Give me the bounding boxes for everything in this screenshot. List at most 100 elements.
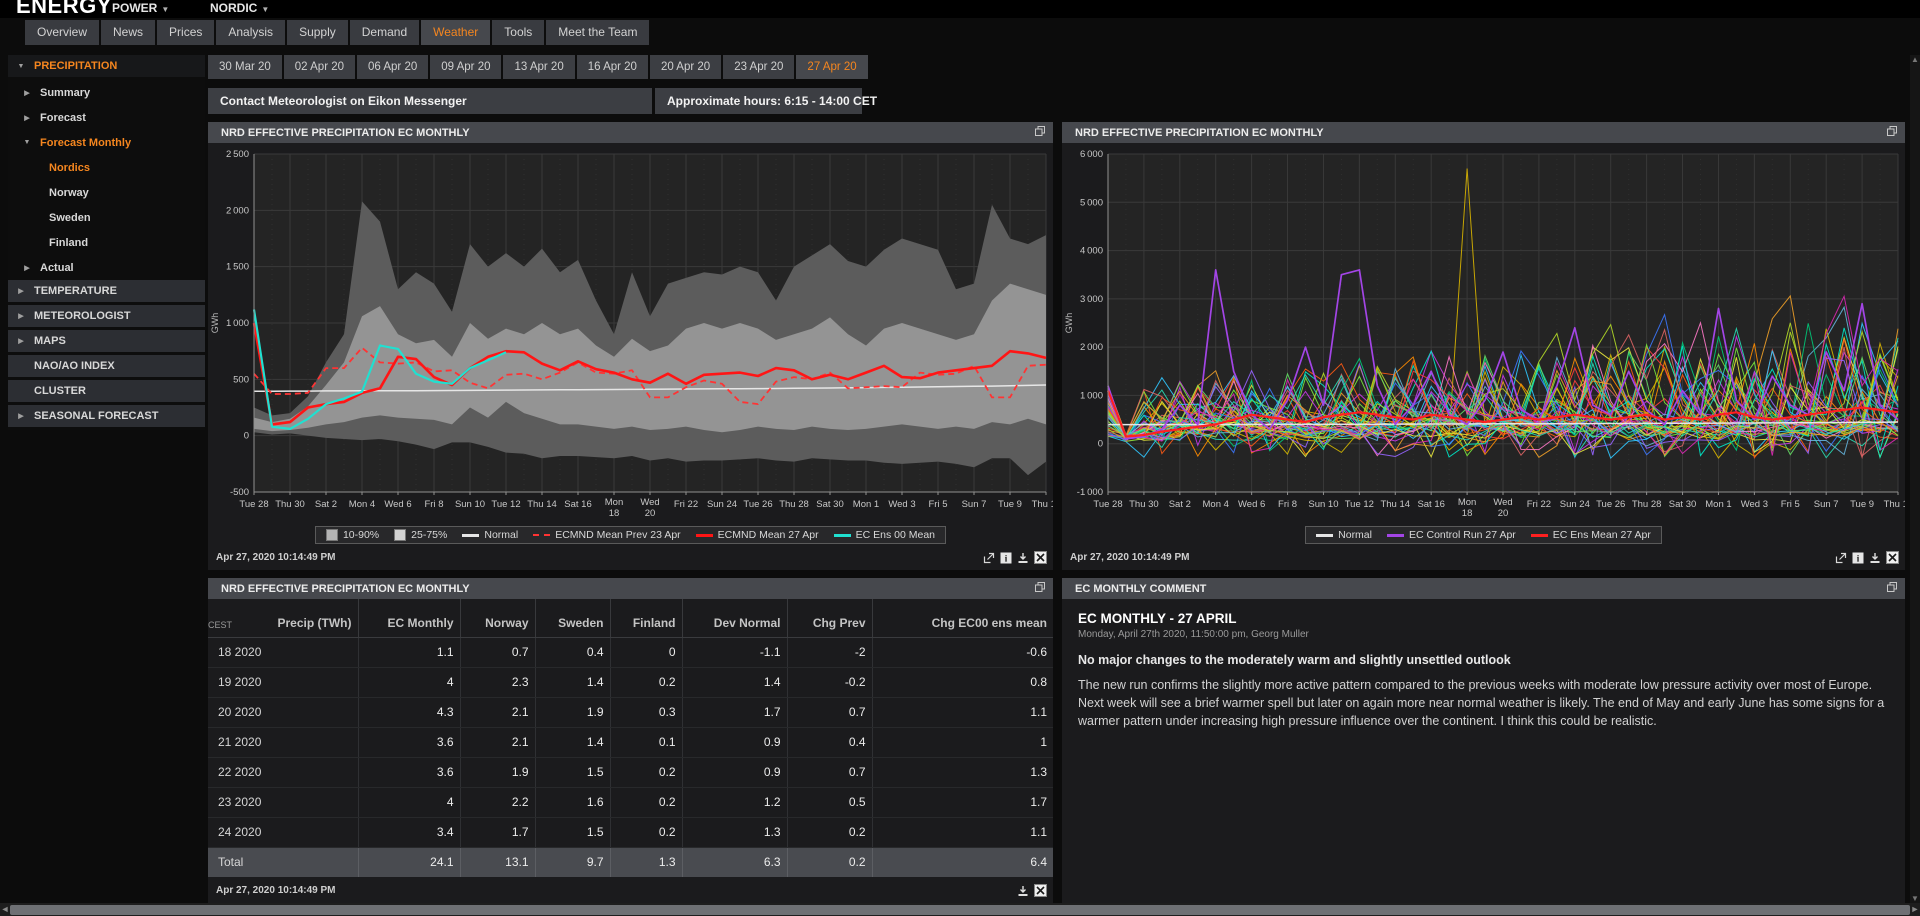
nav-tab-prices[interactable]: Prices bbox=[157, 20, 214, 45]
date-tab-30-mar-20[interactable]: 30 Mar 20 bbox=[208, 55, 282, 79]
sidebar-item-nao-ao-index[interactable]: NAO/AO INDEX bbox=[8, 355, 205, 377]
nav-tab-tools[interactable]: Tools bbox=[492, 20, 544, 45]
panel-title: NRD EFFECTIVE PRECIPITATION EC MONTHLY bbox=[221, 127, 470, 139]
column-header-sweden[interactable]: Sweden bbox=[535, 599, 610, 637]
column-header-chg-ec00-ens-mean[interactable]: Chg EC00 ens mean bbox=[872, 599, 1053, 637]
column-header-ec-monthly[interactable]: EC Monthly bbox=[358, 599, 460, 637]
value-cell: 3.6 bbox=[358, 757, 460, 787]
column-header-norway[interactable]: Norway bbox=[460, 599, 535, 637]
column-header-finland[interactable]: Finland bbox=[610, 599, 682, 637]
value-cell: 3.4 bbox=[358, 817, 460, 847]
collapse-icon[interactable]: ▼ bbox=[15, 63, 27, 70]
date-tab-09-apr-20[interactable]: 09 Apr 20 bbox=[430, 55, 501, 79]
expand-icon[interactable]: ▶ bbox=[15, 287, 27, 295]
table-row[interactable]: 18 20201.10.70.40-1.1-2-0.6 bbox=[208, 637, 1053, 667]
excel-export-icon[interactable] bbox=[1886, 551, 1899, 564]
date-tab-16-apr-20[interactable]: 16 Apr 20 bbox=[577, 55, 648, 79]
nav-tab-demand[interactable]: Demand bbox=[350, 20, 419, 45]
table-row[interactable]: 21 20203.62.11.40.10.90.41 bbox=[208, 727, 1053, 757]
sidebar-item-label: METEOROLOGIST bbox=[34, 310, 131, 322]
sidebar-item-norway[interactable]: Norway bbox=[8, 180, 205, 205]
info-icon[interactable]: i bbox=[1852, 552, 1864, 564]
value-cell: 0.7 bbox=[787, 697, 872, 727]
sidebar-item-forecast[interactable]: ▶Forecast bbox=[8, 105, 205, 130]
scroll-right-icon[interactable]: ► bbox=[1910, 903, 1920, 916]
column-header-dev-normal[interactable]: Dev Normal bbox=[682, 599, 787, 637]
nav-tab-weather[interactable]: Weather bbox=[421, 20, 490, 45]
nav-tab-supply[interactable]: Supply bbox=[287, 20, 348, 45]
open-external-icon[interactable] bbox=[1835, 552, 1847, 564]
value-cell: 0.2 bbox=[610, 757, 682, 787]
download-icon[interactable] bbox=[1017, 885, 1029, 897]
table-row[interactable]: 23 202042.21.60.21.20.51.7 bbox=[208, 787, 1053, 817]
sidebar-item-forecast-monthly[interactable]: ▼Forecast Monthly bbox=[8, 130, 205, 155]
svg-text:Sat 2: Sat 2 bbox=[1169, 499, 1191, 510]
download-icon[interactable] bbox=[1017, 552, 1029, 564]
comment-byline: Monday, April 27th 2020, 11:50:00 pm, Ge… bbox=[1078, 629, 1889, 640]
table-row[interactable]: 20 20204.32.11.90.31.70.71.1 bbox=[208, 697, 1053, 727]
date-tab-27-apr-20[interactable]: 27 Apr 20 bbox=[796, 55, 867, 79]
collapse-icon[interactable]: ▼ bbox=[21, 139, 33, 146]
nordic-menu[interactable]: NORDIC▼ bbox=[210, 1, 269, 15]
comment-title: EC MONTHLY - 27 APRIL bbox=[1078, 611, 1889, 626]
sidebar-item-temperature[interactable]: ▶TEMPERATURE bbox=[8, 280, 205, 302]
horizontal-scrollbar[interactable]: ◄ ► bbox=[0, 903, 1920, 916]
svg-text:Tue 12: Tue 12 bbox=[491, 499, 520, 510]
download-icon[interactable] bbox=[1869, 552, 1881, 564]
excel-export-icon[interactable] bbox=[1034, 551, 1047, 564]
svg-text:Thu 14: Thu 14 bbox=[1380, 499, 1410, 510]
scroll-left-icon[interactable]: ◄ bbox=[0, 903, 10, 916]
expand-icon[interactable]: ▶ bbox=[15, 312, 27, 320]
expand-icon[interactable]: ▶ bbox=[15, 412, 27, 420]
popout-icon[interactable] bbox=[1886, 125, 1898, 140]
sidebar-item-nordics[interactable]: Nordics bbox=[8, 155, 205, 180]
expand-icon[interactable]: ▶ bbox=[21, 89, 33, 97]
right-column: NRD EFFECTIVE PRECIPITATION EC MONTHLY -… bbox=[1062, 122, 1905, 905]
sidebar-item-cluster[interactable]: CLUSTER bbox=[8, 380, 205, 402]
scroll-down-icon[interactable]: ▼ bbox=[1910, 894, 1920, 903]
popout-icon[interactable] bbox=[1886, 581, 1898, 596]
expand-icon[interactable]: ▶ bbox=[21, 264, 33, 272]
table-row[interactable]: 19 202042.31.40.21.4-0.20.8 bbox=[208, 667, 1053, 697]
table-total-row[interactable]: Total24.113.19.71.36.30.26.4 bbox=[208, 847, 1053, 877]
svg-text:Fri 8: Fri 8 bbox=[425, 499, 444, 510]
sidebar-item-meteorologist[interactable]: ▶ METEOROLOGIST bbox=[8, 305, 205, 327]
date-tab-06-apr-20[interactable]: 06 Apr 20 bbox=[357, 55, 428, 79]
date-tab-20-apr-20[interactable]: 20 Apr 20 bbox=[650, 55, 721, 79]
horizontal-scroll-thumb[interactable] bbox=[10, 905, 1910, 915]
popout-icon[interactable] bbox=[1034, 125, 1046, 140]
expand-icon[interactable]: ▶ bbox=[21, 114, 33, 122]
week-cell: 20 2020 bbox=[208, 697, 358, 727]
week-cell: 21 2020 bbox=[208, 727, 358, 757]
nav-tab-meet-the-team[interactable]: Meet the Team bbox=[546, 20, 649, 45]
info-icon[interactable]: i bbox=[1000, 552, 1012, 564]
date-tab-13-apr-20[interactable]: 13 Apr 20 bbox=[503, 55, 574, 79]
date-tab-23-apr-20[interactable]: 23 Apr 20 bbox=[723, 55, 794, 79]
expand-icon[interactable]: ▶ bbox=[15, 337, 27, 345]
sidebar-item-maps[interactable]: ▶MAPS bbox=[8, 330, 205, 352]
open-external-icon[interactable] bbox=[983, 552, 995, 564]
nav-tab-overview[interactable]: Overview bbox=[25, 20, 99, 45]
sidebar-item-precipitation[interactable]: ▼PRECIPITATION bbox=[8, 55, 205, 77]
nav-tab-analysis[interactable]: Analysis bbox=[216, 20, 285, 45]
sidebar-item-seasonal-forecast[interactable]: ▶SEASONAL FORECAST bbox=[8, 405, 205, 427]
sidebar-item-sweden[interactable]: Sweden bbox=[8, 205, 205, 230]
power-menu[interactable]: POWER▼ bbox=[112, 1, 169, 15]
date-tab-02-apr-20[interactable]: 02 Apr 20 bbox=[284, 55, 355, 79]
vertical-scrollbar[interactable]: ▲ ▼ bbox=[1910, 55, 1920, 903]
svg-text:Thu 30: Thu 30 bbox=[1129, 499, 1159, 510]
sidebar-item-summary[interactable]: ▶Summary bbox=[8, 80, 205, 105]
table-row[interactable]: 24 20203.41.71.50.21.30.21.1 bbox=[208, 817, 1053, 847]
excel-export-icon[interactable] bbox=[1034, 884, 1047, 897]
line-swatch-icon bbox=[1531, 534, 1548, 537]
sidebar-item-finland[interactable]: Finland bbox=[8, 230, 205, 255]
column-header-chg-prev[interactable]: Chg Prev bbox=[787, 599, 872, 637]
popout-icon[interactable] bbox=[1034, 581, 1046, 596]
svg-text:Wed 6: Wed 6 bbox=[384, 499, 411, 510]
nav-tab-news[interactable]: News bbox=[101, 20, 155, 45]
sidebar-item-actual[interactable]: ▶Actual bbox=[8, 255, 205, 280]
scroll-up-icon[interactable]: ▲ bbox=[1910, 55, 1920, 64]
svg-text:Wed 3: Wed 3 bbox=[1741, 499, 1768, 510]
column-header-precip-twh[interactable]: CESTPrecip (TWh) bbox=[208, 599, 358, 637]
table-row[interactable]: 22 20203.61.91.50.20.90.71.3 bbox=[208, 757, 1053, 787]
